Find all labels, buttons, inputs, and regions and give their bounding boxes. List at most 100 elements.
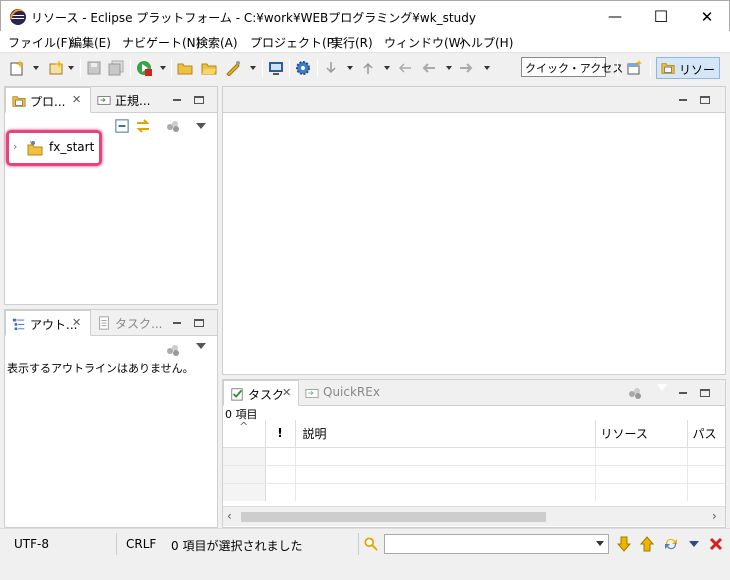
back-icon[interactable] — [421, 60, 437, 76]
last-edit-icon[interactable] — [397, 60, 413, 76]
toolbar-separator — [617, 59, 618, 77]
toolbar-separator — [130, 59, 131, 77]
tasks-icon — [231, 388, 243, 401]
horizontal-scrollbar[interactable]: ‹ › — [223, 506, 725, 526]
new-icon[interactable] — [9, 60, 25, 76]
menu-file[interactable]: ファイル(F) — [8, 34, 72, 51]
filter-icon[interactable] — [165, 119, 181, 133]
clear-icon[interactable] — [709, 537, 723, 551]
view-menu-icon[interactable] — [656, 383, 668, 391]
maximize-view-icon[interactable] — [700, 96, 710, 104]
status-separator — [358, 533, 359, 555]
next-annotation-icon[interactable] — [323, 60, 339, 76]
open-type-icon[interactable] — [177, 60, 193, 76]
menu-run[interactable]: 実行(R) — [331, 34, 373, 51]
maximize-view-icon[interactable] — [194, 319, 204, 327]
search-icon[interactable] — [364, 537, 378, 551]
menu-dropdown-icon[interactable] — [689, 541, 699, 547]
next-annotation-dropdown-icon[interactable] — [347, 66, 353, 70]
menu-edit[interactable]: 編集(E) — [70, 34, 111, 51]
chevron-down-icon[interactable] — [596, 541, 604, 546]
next-match-icon[interactable] — [617, 536, 631, 552]
minimize-view-icon[interactable] — [172, 319, 182, 327]
toolbar-separator — [650, 59, 651, 77]
collapse-all-icon[interactable] — [115, 119, 129, 133]
highlight-annotation — [6, 130, 102, 166]
close-tab-icon[interactable]: ✕ — [72, 316, 81, 329]
tab-project-explorer[interactable]: プロ... ✕ — [5, 87, 91, 113]
close-tab-icon[interactable]: ✕ — [72, 93, 81, 106]
project-explorer-icon — [12, 96, 26, 107]
search-input[interactable] — [387, 536, 587, 552]
editor-area — [222, 86, 726, 375]
tab-outline[interactable]: アウト... ✕ — [5, 310, 91, 336]
new-wizard-icon[interactable] — [48, 60, 64, 76]
run-icon[interactable] — [136, 60, 152, 76]
tab-quickrex[interactable]: QuickREx — [299, 380, 383, 406]
row-header-cell — [223, 483, 266, 501]
maximize-view-icon[interactable] — [700, 389, 710, 397]
row-header-cell — [223, 465, 266, 484]
tab-task-list[interactable]: タスク... — [91, 310, 163, 336]
menu-navigate[interactable]: ナビゲート(N) — [122, 34, 200, 51]
minimize-view-icon[interactable] — [172, 96, 182, 104]
save-all-icon[interactable] — [108, 60, 124, 76]
minimize-button[interactable]: — — [592, 1, 638, 32]
open-resource-icon[interactable] — [201, 60, 217, 76]
prev-annotation-dropdown-icon[interactable] — [384, 66, 390, 70]
close-button[interactable]: ✕ — [684, 1, 730, 32]
view-menu-icon[interactable] — [196, 123, 206, 129]
menu-search[interactable]: 検索(A) — [196, 34, 238, 51]
description-column-header[interactable]: 説明 — [295, 420, 596, 448]
link-with-editor-icon[interactable] — [135, 119, 151, 133]
tasks-tabbar: タスク ✕ QuickREx — [223, 380, 725, 406]
sync-icon[interactable] — [663, 536, 679, 552]
outline-tabbar: アウト... ✕ タスク... — [5, 310, 217, 336]
close-tab-icon[interactable]: ✕ — [282, 386, 291, 399]
new-wizard-dropdown-icon[interactable] — [68, 66, 74, 70]
previous-match-icon[interactable] — [640, 536, 654, 552]
resource-perspective-button[interactable]: リソース — [656, 57, 720, 94]
resource-column-header[interactable]: リソース — [595, 420, 688, 448]
console-icon[interactable] — [268, 60, 284, 76]
quick-access-input[interactable]: クイック・アクセス — [521, 57, 623, 77]
table-header-row: ^ ! 説明 リソース パス — [223, 420, 725, 448]
outline-panel: アウト... ✕ タスク... 表示するアウトラインはありません。 — [4, 309, 218, 528]
annotation-icon[interactable] — [225, 60, 241, 76]
outline-empty-message: 表示するアウトラインはありません。 — [7, 362, 194, 375]
table-row — [223, 465, 725, 484]
scroll-left-icon[interactable]: ‹ — [227, 509, 232, 523]
scrollbar-thumb[interactable] — [241, 512, 546, 522]
workbench: プロ... ✕ 正規... › ᴶ fx_start アウト... ✕ タスク.… — [0, 82, 730, 528]
open-perspective-icon[interactable] — [627, 60, 643, 76]
view-menu-icon[interactable] — [196, 343, 206, 349]
settings-gear-icon[interactable] — [295, 60, 311, 76]
minimize-view-icon[interactable] — [678, 96, 688, 104]
tab-regex[interactable]: 正規... — [91, 87, 161, 113]
annotation-dropdown-icon[interactable] — [250, 66, 256, 70]
maximize-view-icon[interactable] — [194, 96, 204, 104]
prev-annotation-icon[interactable] — [360, 60, 376, 76]
priority-column-header[interactable]: ! — [265, 420, 296, 448]
filter-icon[interactable] — [165, 343, 181, 357]
menu-help[interactable]: ヘルプ(H) — [459, 34, 513, 51]
maximize-button[interactable]: ☐ — [638, 1, 684, 32]
sort-column-header[interactable]: ^ — [223, 420, 266, 448]
regex-icon — [97, 96, 111, 105]
task-list-icon — [99, 316, 109, 330]
tab-tasks[interactable]: タスク ✕ — [223, 380, 299, 406]
tab-label: QuickREx — [323, 385, 380, 399]
save-icon[interactable] — [86, 60, 102, 76]
new-dropdown-icon[interactable] — [33, 66, 39, 70]
path-column-header[interactable]: パス — [687, 420, 725, 448]
run-dropdown-icon[interactable] — [160, 66, 166, 70]
filter-icon[interactable] — [627, 386, 643, 400]
forward-icon[interactable] — [458, 60, 474, 76]
search-combo[interactable] — [384, 534, 609, 554]
minimize-view-icon[interactable] — [678, 389, 688, 397]
back-dropdown-icon[interactable] — [446, 66, 452, 70]
forward-dropdown-icon[interactable] — [484, 66, 490, 70]
scroll-right-icon[interactable]: › — [712, 509, 717, 523]
menu-project[interactable]: プロジェクト(P) — [250, 34, 339, 51]
menu-window[interactable]: ウィンドウ(W) — [384, 34, 465, 51]
